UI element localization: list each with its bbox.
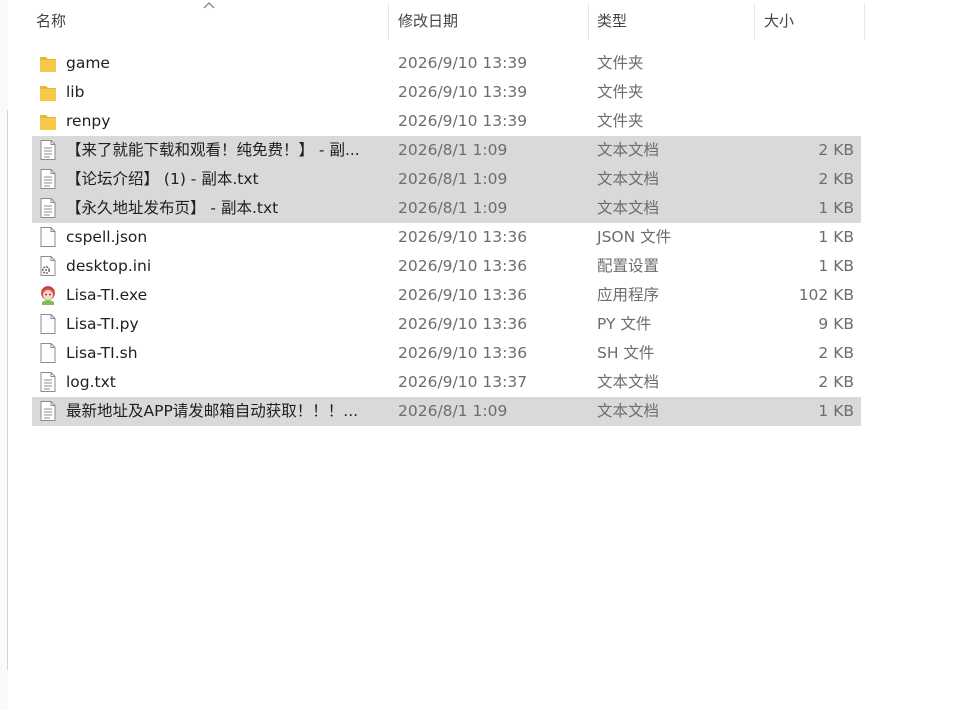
file-name: game [66,54,110,72]
file-name: Lisa-TI.py [66,315,139,333]
file-modified-date: 2026/9/10 13:36 [398,228,528,246]
file-row[interactable]: desktop.ini 2026/9/10 13:36 配置设置 1 KB [32,252,861,281]
file-size: 2 KB [818,344,854,362]
file-type: 文件夹 [597,54,644,72]
settings-file-icon [38,255,58,277]
file-row[interactable]: game 2026/9/10 13:39 文件夹 [32,49,861,78]
file-list: game 2026/9/10 13:39 文件夹 lib 2026/9/10 13:39… [32,49,861,426]
file-type: 文本文档 [597,199,660,217]
file-modified-date: 2026/9/10 13:39 [398,83,528,101]
file-modified-date: 2026/9/10 13:36 [398,286,528,304]
file-row[interactable]: 【永久地址发布页】 - 副本.txt 2026/8/1 1:09 文本文档 1 KB [32,194,861,223]
column-divider[interactable] [864,4,865,40]
column-divider[interactable] [388,4,389,40]
file-type: 应用程序 [597,286,660,304]
file-name: lib [66,83,85,101]
file-name: desktop.ini [66,257,152,275]
column-header-size[interactable]: 大小 [756,0,864,40]
file-modified-date: 2026/9/10 13:39 [398,112,528,130]
text-document-icon [38,400,58,422]
pane-divider[interactable] [7,110,8,670]
file-name: 最新地址及APP请发邮箱自动获取！！！... [66,402,359,420]
file-type: PY 文件 [597,315,652,333]
file-modified-date: 2026/8/1 1:09 [398,402,508,420]
file-name: cspell.json [66,228,148,246]
file-size: 9 KB [818,315,854,333]
column-header-type-label: 类型 [597,11,628,30]
file-modified-date: 2026/9/10 13:36 [398,344,528,362]
file-row[interactable]: Lisa-TI.py 2026/9/10 13:36 PY 文件 9 KB [32,310,861,339]
file-size: 1 KB [818,199,854,217]
text-document-icon [38,197,58,219]
file-row[interactable]: cspell.json 2026/9/10 13:36 JSON 文件 1 KB [32,223,861,252]
column-header-size-label: 大小 [764,11,795,30]
file-modified-date: 2026/9/10 13:37 [398,373,528,391]
file-row[interactable]: 最新地址及APP请发邮箱自动获取！！！... 2026/8/1 1:09 文本文档 1… [32,397,861,426]
file-modified-date: 2026/8/1 1:09 [398,141,508,159]
file-type: SH 文件 [597,344,655,362]
column-header-name-label: 名称 [36,11,67,30]
column-header-type[interactable]: 类型 [590,0,754,40]
blank-file-icon [38,313,58,335]
column-header-name[interactable]: 名称 [30,0,388,40]
text-document-icon [38,168,58,190]
folder-icon [38,81,58,103]
file-size: 2 KB [818,170,854,188]
file-modified-date: 2026/8/1 1:09 [398,199,508,217]
file-row[interactable]: Lisa-TI.sh 2026/9/10 13:36 SH 文件 2 KB [32,339,861,368]
file-name: renpy [66,112,111,130]
file-size: 1 KB [818,228,854,246]
text-document-icon [38,371,58,393]
folder-icon [38,110,58,132]
file-type: 文本文档 [597,373,660,391]
column-divider[interactable] [754,4,755,40]
column-header-date-label: 修改日期 [398,11,459,30]
file-size: 102 KB [798,286,854,304]
file-modified-date: 2026/9/10 13:39 [398,54,528,72]
blank-file-icon [38,342,58,364]
file-modified-date: 2026/9/10 13:36 [398,315,528,333]
column-header-bar: 名称 修改日期 类型 大小 [0,0,960,40]
file-row[interactable]: log.txt 2026/9/10 13:37 文本文档 2 KB [32,368,861,397]
folder-icon [38,52,58,74]
file-row[interactable]: 【来了就能下载和观看！纯免费！】 - 副... 2026/8/1 1:09 文本文档… [32,136,861,165]
file-type: JSON 文件 [597,228,672,246]
file-row[interactable]: renpy 2026/9/10 13:39 文件夹 [32,107,861,136]
file-type: 文件夹 [597,112,644,130]
file-row[interactable]: lib 2026/9/10 13:39 文件夹 [32,78,861,107]
file-name: Lisa-TI.sh [66,344,138,362]
column-divider[interactable] [588,4,589,40]
file-row[interactable]: 【论坛介绍】 (1) - 副本.txt 2026/8/1 1:09 文本文档 2 KB [32,165,861,194]
file-name: log.txt [66,373,116,391]
file-type: 配置设置 [597,257,660,275]
file-size: 1 KB [818,402,854,420]
file-row[interactable]: Lisa-TI.exe 2026/9/10 13:36 应用程序 102 KB [32,281,861,310]
text-document-icon [38,139,58,161]
file-size: 2 KB [818,373,854,391]
file-size: 2 KB [818,141,854,159]
file-name: 【永久地址发布页】 - 副本.txt [66,199,279,217]
file-modified-date: 2026/8/1 1:09 [398,170,508,188]
file-name: 【来了就能下载和观看！纯免费！】 - 副... [66,141,360,159]
column-header-date[interactable]: 修改日期 [390,0,588,40]
file-type: 文件夹 [597,83,644,101]
app-icon [38,284,58,306]
file-name: Lisa-TI.exe [66,286,148,304]
file-name: 【论坛介绍】 (1) - 副本.txt [66,170,259,188]
file-type: 文本文档 [597,141,660,159]
file-size: 1 KB [818,257,854,275]
blank-file-icon [38,226,58,248]
file-type: 文本文档 [597,402,660,420]
file-modified-date: 2026/9/10 13:36 [398,257,528,275]
file-type: 文本文档 [597,170,660,188]
